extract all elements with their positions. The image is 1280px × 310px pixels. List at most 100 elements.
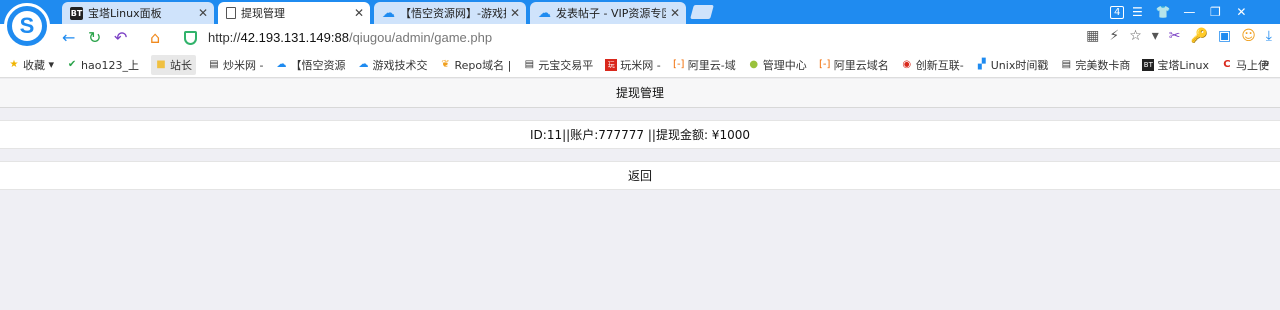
bookmark-chuangxin[interactable]: ◉ 创新互联- <box>901 57 964 73</box>
undo-icon[interactable]: ↶ <box>114 28 127 48</box>
aliyun-icon: [-] <box>673 59 685 70</box>
close-window-icon[interactable]: ✕ <box>1228 5 1254 19</box>
cloud-icon: ☁ <box>276 59 287 70</box>
leaf-icon: ❦ <box>441 59 450 70</box>
close-icon[interactable]: ✕ <box>510 6 520 20</box>
wanmi-icon: 玩 <box>605 58 618 71</box>
menu-icon[interactable]: ☰ <box>1124 5 1150 19</box>
bookmark-label: 完美数卡商 <box>1075 58 1131 72</box>
bookmark-label: 宝塔Linux <box>1157 58 1209 72</box>
download-icon[interactable]: ⤓ <box>1266 28 1272 44</box>
bt-icon: BT <box>1142 58 1155 71</box>
bookmark-label: 游戏技术交 <box>372 58 428 72</box>
close-icon[interactable]: ✕ <box>354 6 364 20</box>
bookmark-aliyun-domain[interactable]: [-] 阿里云域名 <box>819 57 889 73</box>
tab-count-badge[interactable]: 4 <box>1110 5 1125 19</box>
bookmark-aliyun[interactable]: [-] 阿里云-域 <box>673 57 736 73</box>
bookmark-label: 元宝交易平 <box>538 58 594 72</box>
page-content: 提现管理 ID:11||账户:777777 ||提现金额: ¥1000 返回 <box>0 79 1280 310</box>
close-icon[interactable]: ✕ <box>670 6 680 20</box>
bookmark-label: hao123_上 <box>81 58 139 72</box>
new-tab-button[interactable] <box>690 5 714 19</box>
bookmark-label: 【悟空资源 <box>290 58 346 72</box>
bookmark-label: Repo域名 | <box>454 58 512 72</box>
chuangxin-icon: ◉ <box>902 59 912 70</box>
bookmark-baota[interactable]: BT 宝塔Linux <box>1142 57 1209 73</box>
browser-logo[interactable]: S <box>4 3 50 49</box>
bookmark-label: 阿里云域名 <box>833 58 889 72</box>
bookmark-wanmei[interactable]: ▤ 完美数卡商 <box>1060 57 1131 73</box>
back-button[interactable]: 返回 <box>0 161 1280 190</box>
bookmark-label: Unix时间戳 <box>990 58 1049 72</box>
smile-icon[interactable]: ☺ <box>1241 28 1256 44</box>
tab-label: 宝塔Linux面板 <box>88 7 162 20</box>
tab-label: 发表帖子 - VIP资源专区 <box>556 7 666 20</box>
back-arrow-icon[interactable]: ← <box>62 28 75 48</box>
bookmark-hao123[interactable]: ✔ hao123_上 <box>66 57 139 73</box>
key-icon[interactable]: 🔑 <box>1191 28 1208 44</box>
bookmark-label: 玩米网 - <box>620 58 661 72</box>
bookmark-label: 站长 <box>169 58 192 72</box>
c-icon: C <box>1223 59 1231 70</box>
document-icon: ▤ <box>1061 59 1072 70</box>
screenshot-icon[interactable]: ▣ <box>1218 28 1231 44</box>
hao123-icon: ✔ <box>67 59 77 70</box>
toolbar-right: ▦ ⚡ ☆ ▾ ✂ 🔑 ▣ ☺ ⤓ <box>1086 28 1272 44</box>
star-icon: ★ <box>9 59 19 70</box>
address-bar: ← ↻ ↶ ⌂ http://42.193.131.149:88/qiugou/… <box>0 24 1280 52</box>
unix-icon: ▞ <box>977 59 986 70</box>
document-icon: ▤ <box>524 59 535 70</box>
cloud-icon: ☁ <box>382 5 395 21</box>
bookmark-label: 炒米网 - <box>222 58 264 72</box>
more-bookmarks-icon[interactable]: » <box>1262 56 1270 71</box>
bookmark-label: 阿里云-域 <box>687 58 736 72</box>
bt-icon: BT <box>70 6 83 20</box>
home-icon[interactable]: ⌂ <box>150 28 160 48</box>
cloud-icon: ☁ <box>538 5 551 21</box>
minimize-icon[interactable]: — <box>1176 5 1202 19</box>
url-scheme: http:// <box>208 30 241 45</box>
restore-icon[interactable]: ❐ <box>1202 5 1228 19</box>
tab-baota[interactable]: BT 宝塔Linux面板 ✕ <box>62 2 214 24</box>
cloud-icon: ☁ <box>358 59 369 70</box>
document-icon <box>226 7 236 19</box>
bookmark-favorites[interactable]: ★ 收藏 ▾ <box>8 57 55 73</box>
bookmark-wanmi[interactable]: 玩玩米网 - <box>605 57 661 73</box>
close-icon[interactable]: ✕ <box>198 6 208 20</box>
bookmark-manage[interactable]: ● 管理中心 <box>748 57 807 73</box>
tab-wukong[interactable]: ☁ 【悟空资源网】-游戏技 ✕ <box>374 2 526 24</box>
bookmark-repo[interactable]: ❦ Repo域名 | <box>439 57 511 73</box>
tab-label: 【悟空资源网】-游戏技 <box>400 7 506 20</box>
url-path: /qiugou/admin/game.php <box>348 30 493 45</box>
window-controls: 4 ☰ 👕 — ❐ ✕ <box>1110 0 1254 24</box>
tab-post[interactable]: ☁ 发表帖子 - VIP资源专区 ✕ <box>530 2 686 24</box>
url-field[interactable]: http://42.193.131.149:88/qiugou/admin/ga… <box>208 30 492 45</box>
bookmark-label: 创新互联- <box>915 58 964 72</box>
lightning-icon[interactable]: ⚡ <box>1109 28 1119 44</box>
bookmark-label: 管理中心 <box>762 58 807 72</box>
url-host: 42.193.131.149:88 <box>240 30 349 45</box>
tab-withdraw[interactable]: 提现管理 ✕ <box>218 2 370 24</box>
bookmark-chaomi[interactable]: ▤ 炒米网 - <box>208 57 263 73</box>
shield-icon <box>184 31 197 45</box>
manage-icon: ● <box>749 59 759 70</box>
folder-icon: ■ <box>156 59 166 70</box>
chevron-down-icon[interactable]: ▾ <box>1152 28 1159 44</box>
star-icon[interactable]: ☆ <box>1129 28 1142 44</box>
document-icon: ▤ <box>209 59 219 70</box>
bookmark-unix[interactable]: ▞ Unix时间戳 <box>976 57 1049 73</box>
qr-icon[interactable]: ▦ <box>1086 28 1099 44</box>
bookmark-yuanbao[interactable]: ▤ 元宝交易平 <box>523 57 594 73</box>
bookmark-zhanzhang[interactable]: ■ 站长 <box>150 54 196 75</box>
aliyun-icon: [-] <box>819 59 831 70</box>
bookmark-label: 收藏 <box>23 58 45 72</box>
bookmark-youxi[interactable]: ☁ 游戏技术交 <box>357 57 427 73</box>
scissors-icon[interactable]: ✂ <box>1169 28 1181 44</box>
withdraw-record: ID:11||账户:777777 ||提现金额: ¥1000 <box>0 120 1280 149</box>
skin-icon[interactable]: 👕 <box>1150 5 1176 19</box>
bookmark-wukong[interactable]: ☁ 【悟空资源 <box>275 57 345 73</box>
refresh-icon[interactable]: ↻ <box>88 28 101 48</box>
tab-label: 提现管理 <box>241 7 285 20</box>
bookmarks-bar: ★ 收藏 ▾ ✔ hao123_上 ■ 站长 ▤ 炒米网 - ☁ 【悟空资源 ☁ 游戏技术交… <box>0 52 1280 78</box>
page-title: 提现管理 <box>0 79 1280 108</box>
